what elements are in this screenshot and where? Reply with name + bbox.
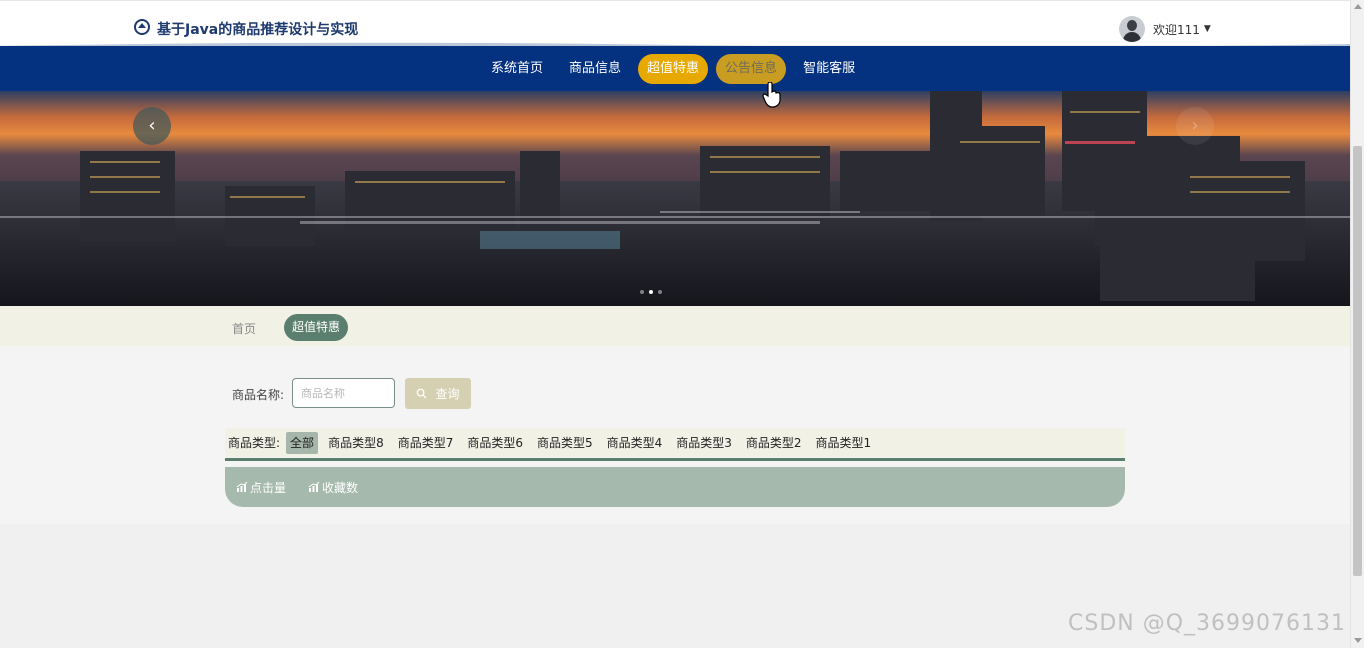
type-filter-item[interactable]: 商品类型4 xyxy=(603,432,667,454)
type-filter-item[interactable]: 商品类型2 xyxy=(742,432,806,454)
carousel-next-button[interactable]: › xyxy=(1176,107,1214,145)
breadcrumb xyxy=(0,306,1350,346)
caret-down-icon[interactable]: ▼ xyxy=(1204,24,1211,34)
nav-list: 系统首页 商品信息 超值特惠 公告信息 智能客服 xyxy=(482,54,864,84)
type-filter-item[interactable]: 商品类型5 xyxy=(533,432,597,454)
vertical-scrollbar[interactable] xyxy=(1350,0,1364,648)
sort-option-label: 收藏数 xyxy=(322,480,359,495)
breadcrumb-current[interactable]: 超值特惠 xyxy=(284,314,349,341)
sort-option[interactable]: 点击量 xyxy=(236,479,286,496)
product-type-filter: 商品类型: 全部 商品类型8 商品类型7 商品类型6 商品类型5 商品类型4 商品类型3 商品… xyxy=(225,428,1125,457)
type-filter-item[interactable]: 商品类型3 xyxy=(672,432,736,454)
logo-icon xyxy=(134,19,150,35)
watermark: CSDN @Q_3699076131 xyxy=(1068,611,1347,636)
nav-item-2[interactable]: 超值特惠 xyxy=(638,54,709,84)
search-button[interactable]: 查询 xyxy=(405,378,471,409)
product-name-input[interactable] xyxy=(292,378,395,408)
filter-divider xyxy=(225,458,1125,461)
sort-option[interactable]: 收藏数 xyxy=(308,479,358,496)
carousel-indicators xyxy=(640,290,662,294)
banner-carousel[interactable] xyxy=(0,91,1350,306)
type-filter-item[interactable]: 商品类型1 xyxy=(812,432,876,454)
top-header: 基于Java的商品推荐设计与实现 欢迎111 ▼ xyxy=(0,0,1350,45)
search-icon xyxy=(417,388,427,399)
search-label: 商品名称: xyxy=(232,388,285,402)
nav-item-4[interactable]: 智能客服 xyxy=(794,54,864,84)
scroll-up-icon[interactable] xyxy=(1354,4,1362,9)
bar-chart-icon xyxy=(308,481,320,492)
search-button-label: 查询 xyxy=(435,387,460,401)
hand-cursor-icon xyxy=(762,82,781,108)
site-title[interactable]: 基于Java的商品推荐设计与实现 xyxy=(157,19,358,39)
scroll-thumb[interactable] xyxy=(1353,146,1362,576)
nav-item-1[interactable]: 商品信息 xyxy=(560,54,630,84)
bar-chart-icon xyxy=(236,481,248,492)
carousel-dot[interactable] xyxy=(649,290,653,294)
main-nav: 系统首页 商品信息 超值特惠 公告信息 智能客服 xyxy=(0,46,1350,91)
breadcrumb-home[interactable]: 首页 xyxy=(232,320,256,337)
type-filter-item[interactable]: 商品类型7 xyxy=(394,432,458,454)
nav-item-0[interactable]: 系统首页 xyxy=(482,54,552,84)
sort-option-label: 点击量 xyxy=(250,480,287,495)
carousel-dot[interactable] xyxy=(658,290,662,294)
sort-bar: 点击量 收藏数 xyxy=(225,467,1125,507)
type-filter-item[interactable]: 商品类型6 xyxy=(463,432,527,454)
type-filter-item[interactable]: 全部 xyxy=(286,431,319,454)
carousel-prev-button[interactable]: ‹ xyxy=(133,107,171,145)
welcome-text[interactable]: 欢迎111 xyxy=(1153,21,1200,38)
user-menu[interactable]: 欢迎111 ▼ xyxy=(1119,15,1211,43)
nav-item-3[interactable]: 公告信息 xyxy=(716,54,787,84)
carousel-dot[interactable] xyxy=(640,290,644,294)
city-night-image xyxy=(0,91,1350,306)
avatar[interactable] xyxy=(1119,16,1145,42)
type-filter-label: 商品类型: xyxy=(228,436,281,450)
type-filter-item[interactable]: 商品类型8 xyxy=(324,432,388,454)
scroll-down-icon[interactable] xyxy=(1354,638,1362,643)
